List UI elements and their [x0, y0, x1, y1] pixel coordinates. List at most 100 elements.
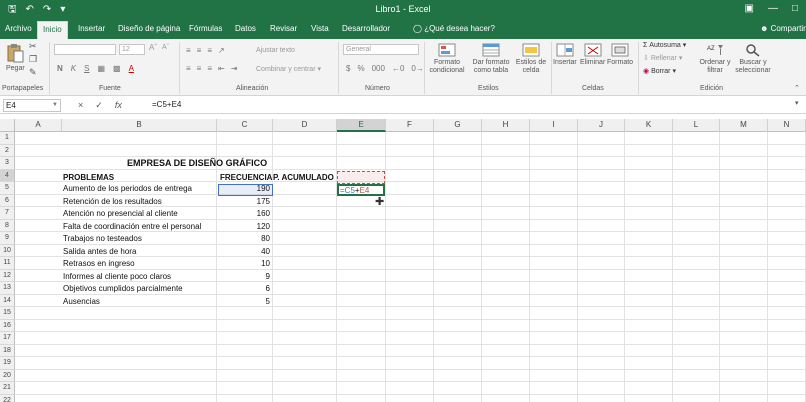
problem-cell[interactable]: Ausencias [63, 296, 100, 307]
font-size-box[interactable]: 12 [119, 44, 145, 55]
column-header-h[interactable]: H [482, 119, 530, 132]
row-header-19[interactable]: 19 [0, 357, 15, 370]
share-button[interactable]: ☻ Compartir [760, 24, 806, 33]
problem-cell[interactable]: Falta de coordinación entre el personal [63, 221, 201, 232]
format-as-table-button[interactable]: Dar formato como tabla [470, 43, 512, 75]
select-all-corner[interactable] [0, 119, 15, 132]
header-problemas[interactable]: PROBLEMAS [63, 172, 114, 183]
tab-archivo[interactable]: Archivo [5, 24, 32, 33]
align-top-icon[interactable]: ≡ [186, 46, 191, 55]
wrap-text-button[interactable]: Ajustar texto [256, 47, 295, 55]
italic-button[interactable]: K [71, 64, 76, 73]
column-header-f[interactable]: F [386, 119, 434, 132]
row-header-2[interactable]: 2 [0, 144, 15, 157]
align-center-icon[interactable]: ≡ [197, 64, 202, 73]
clear-button[interactable]: ◉ Borrar ▾ [643, 68, 676, 76]
font-color-icon[interactable]: A [129, 64, 134, 73]
delete-cells-button[interactable]: Eliminar [580, 43, 605, 67]
align-right-icon[interactable]: ≡ [207, 64, 212, 73]
column-header-a[interactable]: A [15, 119, 62, 132]
worksheet-grid[interactable]: ABCDEFGHIJKLMN 1 2 3 4 5 6 7 8 9 10 11 12 13 14 15 16 17… [0, 119, 806, 402]
tab-datos[interactable]: Datos [235, 24, 256, 33]
cell-styles-button[interactable]: Estilos de celda [513, 43, 549, 75]
tab-revisar[interactable]: Revisar [270, 24, 297, 33]
enter-icon[interactable]: ✓ [95, 100, 103, 111]
tab-diseno-pagina[interactable]: Diseño de página [118, 24, 180, 33]
header-acumulado[interactable]: P. ACUMULADO [273, 172, 334, 183]
column-header-c[interactable]: C [217, 119, 273, 132]
fill-color-icon[interactable]: ▩ [113, 64, 121, 73]
problem-cell[interactable]: Retrasos en ingreso [63, 258, 135, 269]
find-select-button[interactable]: Buscar y seleccionar [733, 43, 773, 75]
row-header-4[interactable]: 4 [0, 169, 15, 182]
tab-formulas[interactable]: Fórmulas [189, 24, 222, 33]
decrease-indent-icon[interactable]: ⇤ [218, 64, 225, 73]
currency-button[interactable]: $ [346, 64, 350, 73]
thousands-button[interactable]: 000 [372, 64, 385, 73]
frequency-cell[interactable]: 160 [219, 208, 270, 219]
row-header-11[interactable]: 11 [0, 257, 15, 270]
orientation-icon[interactable]: ↗ [218, 46, 225, 55]
tab-desarrollador[interactable]: Desarrollador [342, 24, 390, 33]
row-header-10[interactable]: 10 [0, 244, 15, 257]
column-header-i[interactable]: I [530, 119, 578, 132]
insert-cells-button[interactable]: Insertar [553, 43, 577, 67]
column-header-n[interactable]: N [768, 119, 806, 132]
column-header-k[interactable]: K [625, 119, 673, 132]
align-middle-icon[interactable]: ≡ [197, 46, 202, 55]
column-header-d[interactable]: D [273, 119, 337, 132]
formula-input[interactable]: =C5+E4 [152, 100, 181, 109]
increase-indent-icon[interactable]: ⇥ [231, 64, 238, 73]
autosum-button[interactable]: Σ Autosuma ▾ [643, 42, 686, 50]
problem-cell[interactable]: Aumento de los periodos de entrega [63, 183, 192, 194]
frequency-cell[interactable]: 6 [219, 283, 270, 294]
minimize-icon[interactable]: — [768, 3, 778, 14]
underline-button[interactable]: S [84, 64, 89, 73]
decrease-decimal-icon[interactable]: 0→ [411, 64, 423, 73]
borders-icon[interactable]: ▦ [97, 64, 105, 73]
row-header-7[interactable]: 7 [0, 207, 15, 220]
column-header-g[interactable]: G [434, 119, 482, 132]
column-header-j[interactable]: J [578, 119, 625, 132]
conditional-format-button[interactable]: Formato condicional [428, 43, 466, 75]
cancel-icon[interactable]: × [78, 100, 83, 111]
row-header-6[interactable]: 6 [0, 194, 15, 207]
frequency-cell[interactable]: 80 [219, 233, 270, 244]
maximize-icon[interactable]: □ [792, 3, 798, 14]
column-header-m[interactable]: M [720, 119, 768, 132]
row-header-14[interactable]: 14 [0, 294, 15, 307]
cut-icon[interactable]: ✂ [29, 42, 37, 51]
expand-formula-bar-icon[interactable]: ▾ [795, 100, 799, 108]
tab-insertar[interactable]: Insertar [78, 24, 105, 33]
frequency-cell[interactable]: 10 [219, 258, 270, 269]
problem-cell[interactable]: Objetivos cumplidos parcialmente [63, 283, 183, 294]
row-header-12[interactable]: 12 [0, 269, 15, 282]
sheet-title[interactable]: EMPRESA DE DISEÑO GRÁFICO [127, 158, 267, 169]
problem-cell[interactable]: Informes al cliente poco claros [63, 271, 171, 282]
format-cells-button[interactable]: Formato [607, 43, 633, 67]
row-header-22[interactable]: 22 [0, 394, 15, 402]
paste-button[interactable]: Pegar [6, 43, 25, 73]
row-header-1[interactable]: 1 [0, 132, 15, 145]
problem-cell[interactable]: Salida antes de hora [63, 246, 136, 257]
problem-cell[interactable]: Retención de los resultados [63, 196, 162, 207]
collapse-ribbon-icon[interactable]: ⌃ [794, 85, 800, 93]
align-left-icon[interactable]: ≡ [186, 64, 191, 73]
tell-me-search[interactable]: ◯ ¿Qué desea hacer? [413, 24, 495, 33]
frequency-cell[interactable]: 120 [219, 221, 270, 232]
name-box[interactable]: E4 ▼ [3, 99, 61, 112]
editing-formula-text[interactable]: =C5+E4 [340, 185, 369, 196]
grow-font-icon[interactable]: Aˆ [149, 44, 157, 52]
shrink-font-icon[interactable]: Aˇ [162, 44, 169, 52]
problem-cell[interactable]: Atención no presencial al cliente [63, 208, 178, 219]
align-bottom-icon[interactable]: ≡ [207, 46, 212, 55]
tab-vista[interactable]: Vista [311, 24, 329, 33]
frequency-cell[interactable]: 5 [219, 296, 270, 307]
row-header-21[interactable]: 21 [0, 382, 15, 395]
row-header-15[interactable]: 15 [0, 307, 15, 320]
font-name-box[interactable] [54, 44, 116, 55]
sort-filter-button[interactable]: AZ Ordenar y filtrar [697, 43, 733, 75]
format-painter-icon[interactable]: ✎ [29, 68, 37, 77]
copy-icon[interactable]: ❐ [29, 55, 37, 64]
row-header-8[interactable]: 8 [0, 219, 15, 232]
